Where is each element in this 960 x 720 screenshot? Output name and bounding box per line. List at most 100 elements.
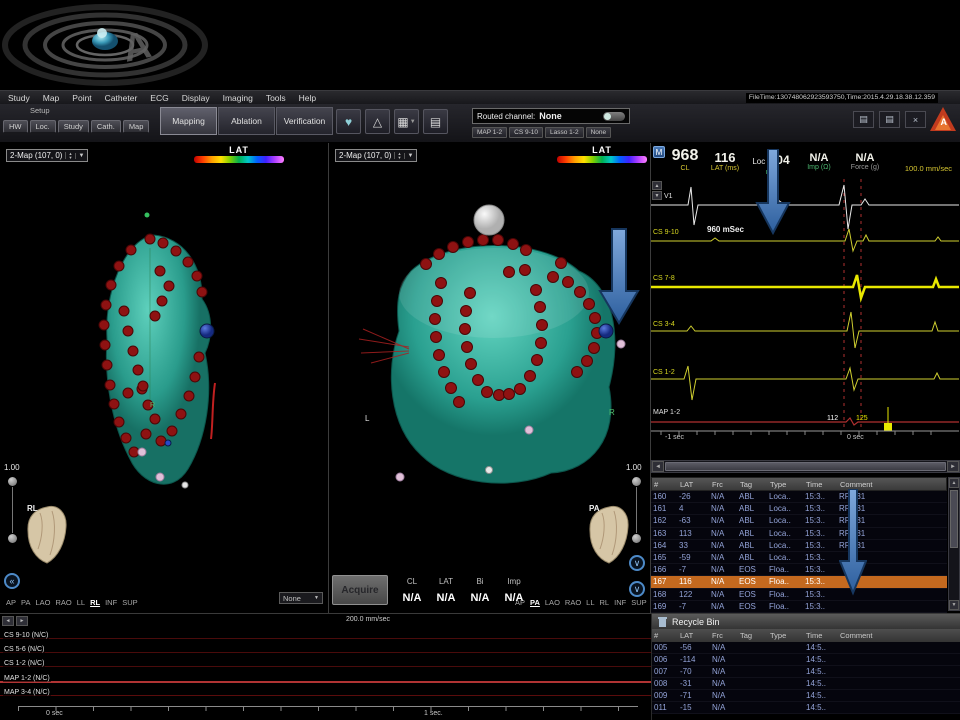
spinner-icon[interactable]: ▲▼ xyxy=(394,152,401,159)
orientation-ll[interactable]: LL xyxy=(586,598,594,607)
scroll-left-icon[interactable]: ◄ xyxy=(652,461,664,472)
reference-heart-view[interactable]: PA xyxy=(584,503,636,569)
recycle-row[interactable]: 009-71N/A14:5.. xyxy=(652,690,960,702)
pan-down-button[interactable]: ∨ xyxy=(629,555,645,571)
nav-right-icon[interactable]: ► xyxy=(16,616,28,626)
table-row[interactable]: 165-59N/AABLLoca..15:3.. xyxy=(651,552,947,564)
gain-up-button[interactable]: ▲ xyxy=(652,181,662,190)
scrollbar-thumb[interactable] xyxy=(665,462,946,471)
menu-imaging[interactable]: Imaging xyxy=(223,93,253,103)
loc-button[interactable]: Loc. xyxy=(30,120,56,133)
cell: 122 xyxy=(679,590,711,599)
zoom-slider-knob[interactable] xyxy=(8,477,17,486)
orientation-sup[interactable]: SUP xyxy=(631,598,646,607)
table-row[interactable]: 16433N/AABLLoca..15:3..RF# 31 xyxy=(651,540,947,552)
orientation-pa[interactable]: PA xyxy=(21,598,30,607)
map-selector[interactable]: 2-Map (107, 0) ▲▼ ▼ xyxy=(6,149,88,162)
recycle-row[interactable]: 005-56N/A14:5.. xyxy=(652,642,960,654)
orientation-pa[interactable]: PA xyxy=(530,598,540,607)
orientation-inf[interactable]: INF xyxy=(105,598,117,607)
menu-map[interactable]: Map xyxy=(43,93,60,103)
monitor-1-icon[interactable]: ▤ xyxy=(853,111,874,128)
nav-left-icon[interactable]: ◄ xyxy=(2,616,14,626)
pan-down-button-2[interactable]: ∨ xyxy=(629,581,645,597)
table-row[interactable]: 163113N/AABLLoca..15:3..RF# 31 xyxy=(651,528,947,540)
orientation-lao[interactable]: LAO xyxy=(545,598,560,607)
recycle-bin-icon xyxy=(657,616,667,628)
gain-down-button[interactable]: ▼ xyxy=(652,191,662,200)
chip-lasso-1-2[interactable]: Lasso 1-2 xyxy=(545,127,584,138)
axis-label-left: -1 sec xyxy=(665,434,684,441)
table-row-selected[interactable]: 167116N/AEOSFloa..15:3.. xyxy=(651,576,947,588)
cath-button[interactable]: Cath. xyxy=(91,120,121,133)
orientation-inf[interactable]: INF xyxy=(614,598,626,607)
menu-tools[interactable]: Tools xyxy=(266,93,286,103)
scrollbar-thumb[interactable] xyxy=(950,490,958,548)
tab-verification[interactable]: Verification xyxy=(276,107,333,135)
chip-none[interactable]: None xyxy=(586,127,612,138)
recycle-row[interactable]: 008-31N/A14:5.. xyxy=(652,678,960,690)
chevron-down-icon[interactable]: ▼ xyxy=(75,153,84,159)
chip-cs-9-10[interactable]: CS 9-10 xyxy=(509,127,543,138)
chip-map-1-2[interactable]: MAP 1-2 xyxy=(472,127,507,138)
heart-tool-button[interactable]: ♥ xyxy=(336,109,361,134)
cell: N/A xyxy=(712,643,740,652)
scroll-right-icon[interactable]: ► xyxy=(947,461,959,472)
menu-study[interactable]: Study xyxy=(8,93,30,103)
menu-help[interactable]: Help xyxy=(299,93,316,103)
menu-catheter[interactable]: Catheter xyxy=(105,93,138,103)
orientation-ap[interactable]: AP xyxy=(515,598,525,607)
scroll-down-icon[interactable]: ▼ xyxy=(949,600,959,610)
table-row[interactable]: 160-26N/AABLLoca..15:3..RF# 31 xyxy=(651,491,947,503)
chevron-down-icon[interactable]: ▼ xyxy=(404,153,413,159)
hw-button[interactable]: HW xyxy=(3,120,28,133)
orientation-ap[interactable]: AP xyxy=(6,598,16,607)
table-row[interactable]: 169-7N/AEOSFloa..15:3.. xyxy=(651,601,947,613)
scroll-up-icon[interactable]: ▲ xyxy=(949,478,959,488)
tab-mapping[interactable]: Mapping xyxy=(160,107,217,135)
recycle-row[interactable]: 011-15N/A14:5.. xyxy=(652,702,960,714)
study-button[interactable]: Study xyxy=(58,120,89,133)
channel-label-map34: MAP 3-4 (N/C) xyxy=(3,689,51,696)
orientation-ll[interactable]: LL xyxy=(77,598,85,607)
orientation-sup[interactable]: SUP xyxy=(122,598,137,607)
measure-tool-icon[interactable]: M xyxy=(653,146,665,158)
orientation-rl[interactable]: RL xyxy=(600,598,610,607)
imaging-button[interactable]: ▦▼ xyxy=(394,109,419,134)
table-row[interactable]: 162-63N/AABLLoca..15:3..RF# 31 xyxy=(651,515,947,527)
menu-display[interactable]: Display xyxy=(182,93,210,103)
collapse-round-button[interactable]: « xyxy=(4,573,20,589)
table-scrollbar[interactable]: ▲ ▼ xyxy=(948,477,960,611)
map-selector[interactable]: 2-Map (107, 0) ▲▼ ▼ xyxy=(335,149,417,162)
screen-layout-button[interactable]: ▤ xyxy=(423,109,448,134)
table-row[interactable]: 168122N/AEOSFloa..15:3.. xyxy=(651,589,947,601)
orientation-lao[interactable]: LAO xyxy=(35,598,50,607)
menu-point[interactable]: Point xyxy=(72,93,91,103)
trace-cs910 xyxy=(0,638,651,639)
reference-heart-view[interactable]: RL xyxy=(22,503,74,569)
tag-dropdown[interactable]: None ▼ xyxy=(279,592,323,604)
zoom-slider-knob[interactable] xyxy=(632,477,641,486)
recycle-row[interactable]: 007-70N/A14:5.. xyxy=(652,666,960,678)
orientation-rao[interactable]: RAO xyxy=(565,598,581,607)
tab-ablation[interactable]: Ablation xyxy=(218,107,275,135)
bi-label: Bi xyxy=(463,577,497,586)
map-button[interactable]: Map xyxy=(123,120,150,133)
orientation-rl[interactable]: RL xyxy=(90,598,100,607)
table-row[interactable]: 1614N/AABLLoca..15:3..RF# 31 xyxy=(651,503,947,515)
mute-icon[interactable]: × xyxy=(905,111,926,128)
recycle-row[interactable]: 006-114N/A14:5.. xyxy=(652,654,960,666)
menu-ecg[interactable]: ECG xyxy=(150,93,168,103)
table-row[interactable]: 166-7N/AEOSFloa..15:3.. xyxy=(651,564,947,576)
spinner-icon[interactable]: ▲▼ xyxy=(65,152,72,159)
orientation-rao[interactable]: RAO xyxy=(55,598,71,607)
catheter-alert-button[interactable]: △ xyxy=(365,109,390,134)
zoom-slider[interactable] xyxy=(8,477,17,543)
acquire-button[interactable]: Acquire xyxy=(332,575,388,605)
signal-strip-area[interactable]: ▲ ▼ V1 CS 9-10 CS 7-8 CS 3-4 CS 1-2 MAP … xyxy=(651,179,960,460)
routed-channel-toggle[interactable] xyxy=(603,112,625,121)
chevrons-left-icon: « xyxy=(9,576,14,586)
monitor-2-icon[interactable]: ▤ xyxy=(879,111,900,128)
zoom-slider-knob-2[interactable] xyxy=(8,534,17,543)
signal-scrollbar[interactable]: ◄ ► xyxy=(651,460,960,473)
